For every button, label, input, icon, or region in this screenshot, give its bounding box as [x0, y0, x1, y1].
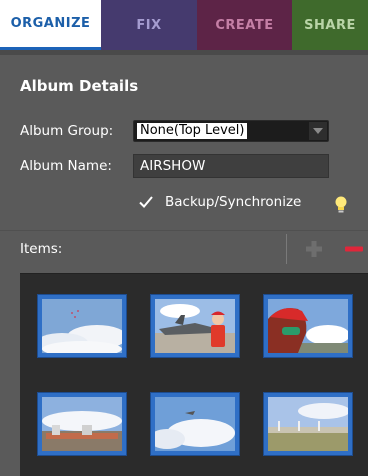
- tab-create[interactable]: CREATE: [197, 0, 292, 50]
- backup-checkbox[interactable]: [138, 194, 154, 210]
- section-divider: [0, 230, 368, 231]
- album-group-label: Album Group:: [20, 123, 114, 139]
- tab-divider: [0, 50, 368, 55]
- album-group-value: None(Top Level): [137, 123, 248, 139]
- album-group-select[interactable]: None(Top Level): [133, 120, 329, 142]
- photo-thumbnail[interactable]: [150, 392, 240, 456]
- checkmark-icon: [139, 196, 153, 208]
- backup-label: Backup/Synchronize: [165, 194, 302, 210]
- items-grid[interactable]: [20, 273, 368, 476]
- photo-red-cap: [268, 299, 348, 353]
- plus-icon: [306, 241, 322, 257]
- photo-thumbnail[interactable]: [263, 294, 353, 358]
- photo-clouds: [155, 397, 235, 451]
- toolbar-separator: [286, 234, 287, 264]
- dropdown-arrow-icon[interactable]: [309, 122, 327, 140]
- panel-title: Album Details: [20, 77, 139, 95]
- photo-thumbnail[interactable]: [37, 294, 127, 358]
- album-name-field[interactable]: AIRSHOW: [133, 154, 329, 178]
- photo-thumbnail[interactable]: [263, 392, 353, 456]
- photo-crowd: [42, 397, 122, 451]
- workspace-tabs: ORGANIZE FIX CREATE SHARE: [0, 0, 368, 50]
- items-label: Items:: [20, 241, 63, 257]
- photo-thumbnail[interactable]: [37, 392, 127, 456]
- tab-share[interactable]: SHARE: [292, 0, 368, 50]
- minus-icon: [345, 246, 363, 252]
- photo-airfield: [268, 397, 348, 451]
- remove-item-button[interactable]: [343, 239, 365, 259]
- tab-fix[interactable]: FIX: [101, 0, 197, 50]
- photo-thumbnail[interactable]: [150, 294, 240, 358]
- album-name-label: Album Name:: [20, 158, 112, 174]
- tab-organize[interactable]: ORGANIZE: [0, 0, 101, 50]
- photo-sky-clouds: [42, 299, 122, 353]
- add-item-button[interactable]: [304, 239, 324, 259]
- photo-kid-jet: [155, 299, 235, 353]
- lightbulb-icon[interactable]: [333, 195, 349, 215]
